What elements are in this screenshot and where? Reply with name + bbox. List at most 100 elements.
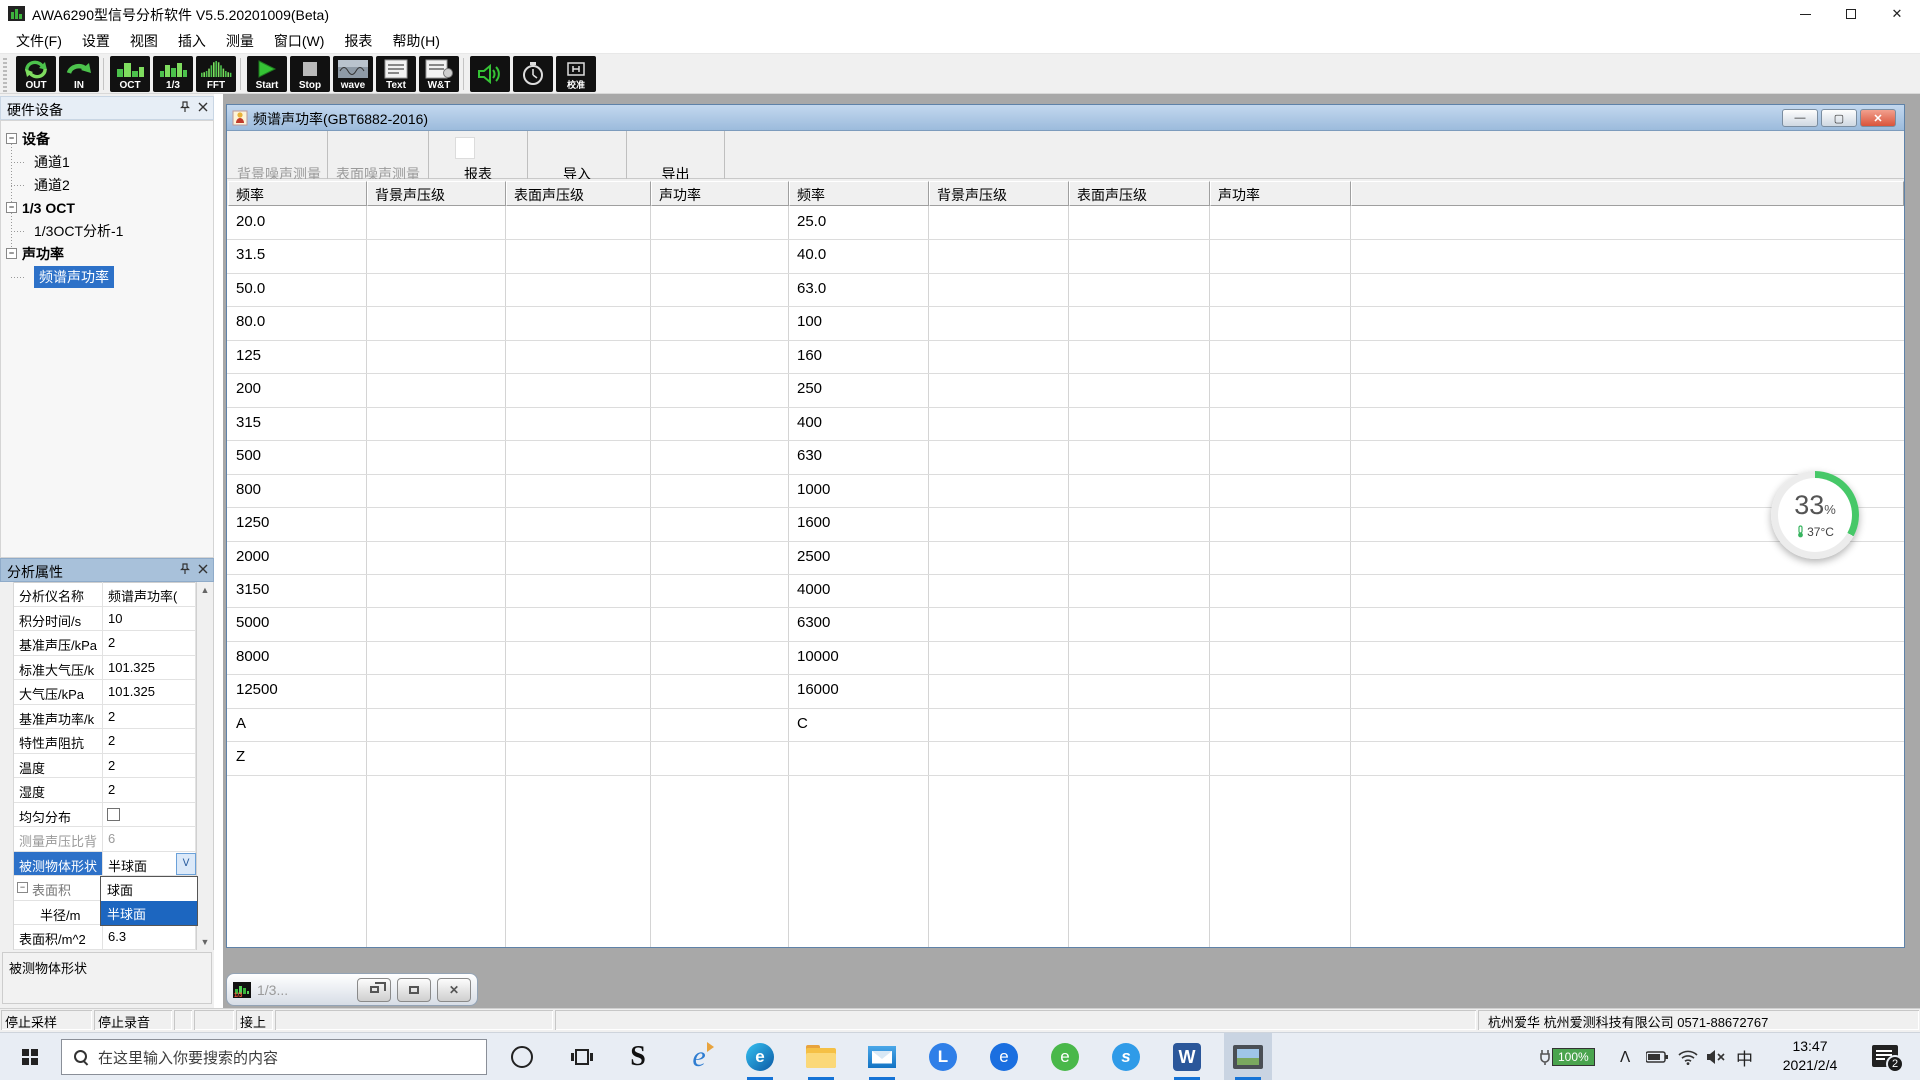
table-cell[interactable]: 2500 (789, 541, 927, 574)
input-icon[interactable]: IN (59, 56, 99, 92)
table-cell[interactable] (506, 741, 649, 774)
table-cell[interactable] (1210, 407, 1349, 440)
table-cell[interactable]: 500 (228, 440, 365, 473)
table-cell[interactable] (651, 306, 787, 339)
table-cell[interactable] (367, 306, 504, 339)
stop-icon[interactable]: Stop (290, 56, 330, 92)
table-cell[interactable] (929, 607, 1067, 640)
table-cell[interactable] (367, 541, 504, 574)
property-value-0[interactable]: 频谱声功率( (103, 582, 196, 607)
table-cell[interactable] (651, 440, 787, 473)
calibrate-icon[interactable]: 校准 (556, 56, 596, 92)
table-cell[interactable]: 16000 (789, 674, 927, 707)
table-cell[interactable]: 400 (789, 407, 927, 440)
table-cell[interactable] (506, 708, 649, 741)
scroll-down-icon[interactable]: ▼ (199, 936, 211, 948)
table-cell[interactable] (651, 541, 787, 574)
table-cell[interactable] (1069, 507, 1208, 540)
property-value-5[interactable]: 2 (103, 705, 196, 730)
wt-icon[interactable]: W&T (419, 56, 459, 92)
oct-icon[interactable]: OCT (110, 56, 150, 92)
start-icon[interactable]: Start (247, 56, 287, 92)
table-cell[interactable] (929, 340, 1067, 373)
column-header-3[interactable]: 声功率 (651, 181, 789, 206)
table-cell[interactable]: 25.0 (789, 206, 927, 239)
table-cell[interactable]: 40.0 (789, 239, 927, 272)
table-cell[interactable] (651, 273, 787, 306)
table-cell[interactable]: 315 (228, 407, 365, 440)
table-cell[interactable]: 2000 (228, 541, 365, 574)
table-cell[interactable]: 250 (789, 373, 927, 406)
table-cell[interactable] (651, 674, 787, 707)
results-table[interactable]: 20.025.031.540.050.063.080.0100125160200… (227, 206, 1904, 947)
ime-indicator[interactable]: 中 (1736, 1033, 1753, 1080)
property-label-11[interactable]: 被测物体形状 (14, 852, 103, 877)
table-cell[interactable] (1210, 607, 1349, 640)
tree-item-声功率[interactable]: −声功率 (0, 243, 214, 265)
menu-item-2[interactable]: 视图 (120, 28, 168, 54)
table-cell[interactable] (1210, 507, 1349, 540)
collapse-icon[interactable]: − (17, 882, 28, 893)
property-label-9[interactable]: 均匀分布 (14, 803, 103, 828)
table-cell[interactable] (506, 507, 649, 540)
mail-icon[interactable] (858, 1033, 906, 1080)
table-cell[interactable]: 630 (789, 440, 927, 473)
table-cell[interactable] (506, 206, 649, 239)
table-cell[interactable] (506, 607, 649, 640)
close-panel-icon[interactable] (197, 563, 209, 575)
property-label-8[interactable]: 湿度 (14, 778, 103, 803)
property-label-6[interactable]: 特性声阻抗 (14, 729, 103, 754)
table-cell[interactable] (789, 741, 927, 774)
table-cell[interactable] (367, 206, 504, 239)
table-cell[interactable] (1069, 641, 1208, 674)
table-cell[interactable]: 6300 (789, 607, 927, 640)
table-cell[interactable] (1069, 340, 1208, 373)
table-cell[interactable] (651, 574, 787, 607)
table-cell[interactable] (929, 373, 1067, 406)
table-cell[interactable]: 10000 (789, 641, 927, 674)
column-header-0[interactable]: 频率 (228, 181, 367, 206)
minimize-button[interactable] (1782, 0, 1828, 28)
table-cell[interactable] (1069, 708, 1208, 741)
tree-item-通道2[interactable]: 通道2 (0, 174, 214, 196)
maximize-button[interactable] (1828, 0, 1874, 28)
pin-icon[interactable] (179, 563, 191, 575)
close-button[interactable]: ✕ (1874, 0, 1920, 28)
table-cell[interactable] (651, 407, 787, 440)
menu-item-5[interactable]: 窗口(W) (264, 28, 335, 54)
table-cell[interactable] (506, 641, 649, 674)
table-cell[interactable] (1069, 206, 1208, 239)
table-cell[interactable] (929, 206, 1067, 239)
table-cell[interactable] (367, 474, 504, 507)
property-label-7[interactable]: 温度 (14, 754, 103, 779)
table-cell[interactable]: 5000 (228, 607, 365, 640)
table-cell[interactable]: 12500 (228, 674, 365, 707)
table-cell[interactable] (1069, 373, 1208, 406)
table-cell[interactable] (1069, 607, 1208, 640)
column-header-1[interactable]: 背景声压级 (367, 181, 506, 206)
property-label-5[interactable]: 基准声功率/k (14, 705, 103, 730)
table-cell[interactable] (506, 474, 649, 507)
table-cell[interactable] (367, 574, 504, 607)
child-button-导出[interactable]: 导出 (627, 131, 725, 179)
table-cell[interactable] (651, 340, 787, 373)
column-header-4[interactable]: 频率 (789, 181, 929, 206)
table-cell[interactable] (367, 708, 504, 741)
property-label-0[interactable]: 分析仪名称 (14, 582, 103, 607)
table-cell[interactable] (367, 407, 504, 440)
restore-window-icon[interactable] (357, 978, 391, 1002)
word-icon[interactable]: W (1163, 1033, 1211, 1080)
table-cell[interactable] (1210, 741, 1349, 774)
table-cell[interactable] (1210, 206, 1349, 239)
text-icon[interactable]: Text (376, 56, 416, 92)
child-close-button[interactable]: ✕ (1860, 109, 1896, 127)
tree-item-1/3 OCT[interactable]: −1/3 OCT (0, 197, 214, 219)
table-cell[interactable] (1210, 574, 1349, 607)
blue-swirl-app-icon[interactable]: s (1102, 1033, 1150, 1080)
table-cell[interactable]: 800 (228, 474, 365, 507)
tree-item-设备[interactable]: −设备 (0, 128, 214, 150)
table-cell[interactable] (506, 574, 649, 607)
child-minimize-button[interactable]: — (1782, 109, 1818, 127)
shape-dropdown-list[interactable]: 球面半球面 (100, 876, 198, 926)
table-cell[interactable] (506, 373, 649, 406)
